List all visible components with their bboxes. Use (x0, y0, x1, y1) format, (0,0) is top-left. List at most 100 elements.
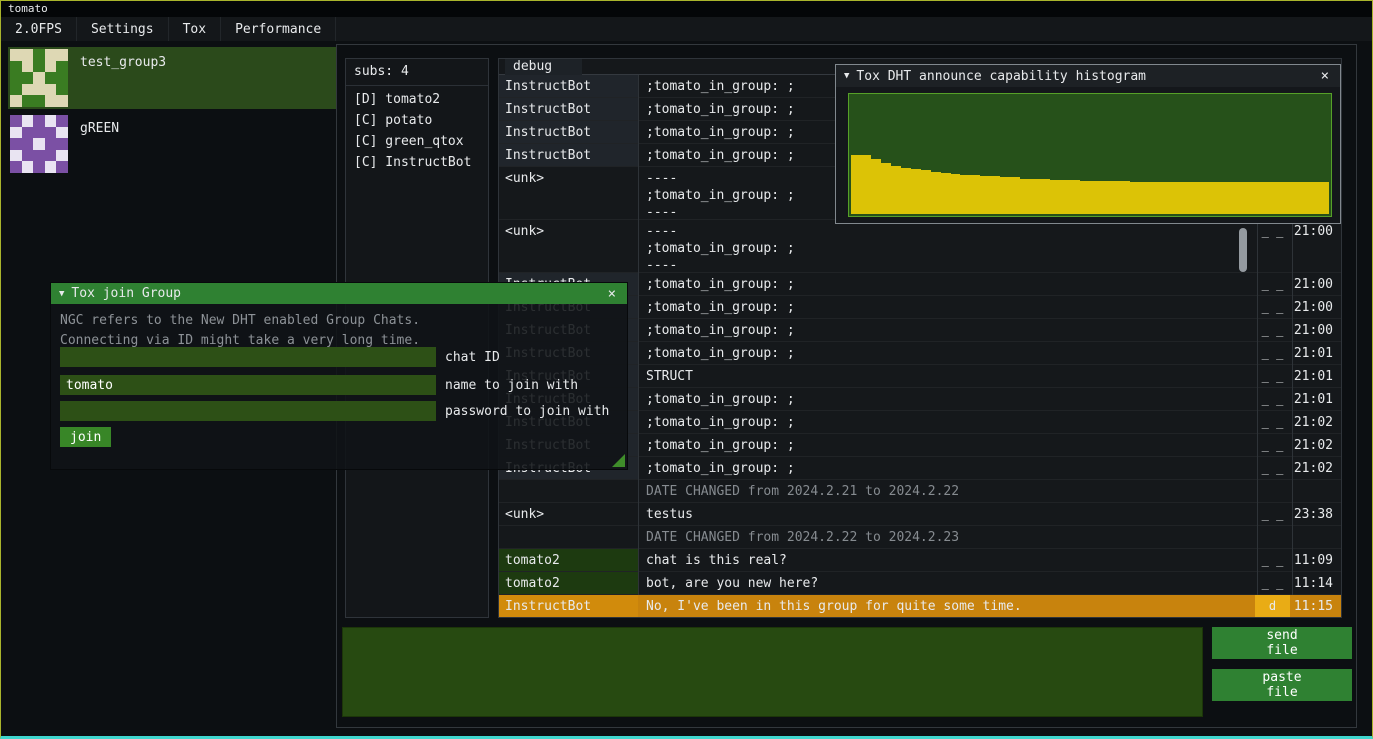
avatar (10, 49, 68, 107)
join-titlebar[interactable]: ▼ Tox join Group × (51, 283, 627, 304)
message-row[interactable]: <unk>testus_ _23:38 (499, 503, 1341, 526)
histogram-bar (960, 175, 970, 214)
avatar-pixel (56, 138, 68, 150)
avatar-pixel (10, 95, 22, 107)
close-icon[interactable]: × (605, 287, 619, 301)
join-password-input[interactable] (60, 401, 436, 421)
histogram-bar (871, 159, 881, 214)
histogram-bar (1130, 182, 1140, 214)
message-author: InstructBot (499, 121, 638, 143)
menu-item-tox[interactable]: Tox (169, 17, 221, 41)
message-time: 11:09 (1290, 549, 1341, 571)
avatar-pixel (10, 161, 22, 173)
join-password-label: password to join with (445, 404, 609, 419)
avatar-pixel (10, 127, 22, 139)
histogram-bar (1209, 182, 1219, 214)
avatar-pixel (33, 115, 45, 127)
message-text: ;tomato_in_group: ; (638, 411, 1255, 433)
message-input[interactable] (342, 627, 1203, 717)
avatar-pixel (56, 72, 68, 84)
avatar-pixel (45, 72, 57, 84)
histogram-bar (970, 175, 980, 214)
avatar-pixel (33, 95, 45, 107)
histogram-bar (1050, 180, 1060, 214)
message-status: _ _ (1255, 296, 1290, 318)
resize-grip-icon[interactable] (612, 454, 625, 467)
date-separator-row[interactable]: DATE CHANGED from 2024.2.21 to 2024.2.22 (499, 480, 1341, 503)
message-text: testus (638, 503, 1255, 525)
paste-file-button[interactable]: paste file (1212, 669, 1352, 701)
date-separator-row[interactable]: DATE CHANGED from 2024.2.22 to 2024.2.23 (499, 526, 1341, 549)
message-time: 23:38 (1290, 503, 1341, 525)
histogram-bar (1239, 182, 1249, 214)
avatar-pixel (56, 61, 68, 73)
message-status: _ _ (1255, 220, 1290, 272)
tab-debug[interactable]: debug (505, 59, 582, 75)
avatar-pixel (56, 161, 68, 173)
message-time: 21:02 (1290, 457, 1341, 479)
join-group-window: ▼ Tox join Group × NGC refers to the New… (50, 282, 628, 470)
subs-member[interactable]: [D] tomato2 (346, 89, 488, 110)
histogram-bar (901, 168, 911, 214)
chat-id-input[interactable] (60, 347, 436, 367)
message-author: <unk> (499, 167, 638, 219)
message-row[interactable]: tomato2bot, are you new here?_ _11:14 (499, 572, 1341, 595)
join-button[interactable]: join (60, 427, 111, 447)
histogram-bar (1309, 182, 1319, 214)
histogram-bar (1170, 182, 1180, 214)
message-status: _ _ (1255, 388, 1290, 410)
avatar-pixel (45, 127, 57, 139)
message-author (499, 526, 638, 548)
histogram-titlebar[interactable]: ▼ Tox DHT announce capability histogram … (836, 65, 1340, 87)
chat-scrollbar[interactable] (1239, 228, 1247, 272)
message-status: _ _ (1255, 342, 1290, 364)
avatar-pixel (22, 115, 34, 127)
group-name: gREEN (80, 121, 119, 175)
subs-header: subs: 4 (346, 59, 488, 86)
close-icon[interactable]: × (1318, 69, 1332, 83)
join-name-input[interactable] (60, 375, 436, 395)
titlebar: tomato (1, 1, 1372, 17)
message-status: _ _ (1255, 572, 1290, 594)
histogram-bar (891, 166, 901, 214)
message-text: No, I've been in this group for quite so… (638, 595, 1255, 617)
avatar-pixel (45, 161, 57, 173)
group-item-green[interactable]: gREEN (8, 113, 336, 175)
histogram-bar (1249, 182, 1259, 214)
histogram-bar (1150, 182, 1160, 214)
collapse-icon[interactable]: ▼ (844, 71, 849, 81)
histogram-window: ▼ Tox DHT announce capability histogram … (835, 64, 1341, 224)
subs-member[interactable]: [C] potato (346, 110, 488, 131)
histogram-bar (1080, 181, 1090, 214)
message-status (1255, 480, 1290, 502)
avatar-pixel (56, 150, 68, 162)
collapse-icon[interactable]: ▼ (59, 289, 64, 299)
avatar-pixel (10, 84, 22, 96)
histogram-bar (1120, 181, 1130, 214)
histogram-bar (1030, 179, 1040, 214)
send-file-button[interactable]: send file (1212, 627, 1352, 659)
subs-member[interactable]: [C] InstructBot (346, 152, 488, 173)
chat-id-label: chat ID (445, 350, 500, 365)
message-row[interactable]: <unk>---- ;tomato_in_group: ; ----_ _21:… (499, 220, 1341, 273)
histogram-bar (1160, 182, 1170, 214)
menu-item-performance[interactable]: Performance (221, 17, 336, 41)
menubar: 2.0FPS SettingsToxPerformance (1, 17, 1372, 41)
histogram-bar (1100, 181, 1110, 214)
message-status: _ _ (1255, 411, 1290, 433)
avatar-pixel (33, 127, 45, 139)
message-author: <unk> (499, 503, 638, 525)
message-status: _ _ (1255, 549, 1290, 571)
message-text: STRUCT (638, 365, 1255, 387)
message-row[interactable]: InstructBotNo, I've been in this group f… (499, 595, 1341, 617)
avatar-pixel (10, 138, 22, 150)
menu-item-settings[interactable]: Settings (77, 17, 169, 41)
group-item-test_group3[interactable]: test_group3 (8, 47, 336, 109)
histogram-bar (1299, 182, 1309, 214)
subs-member[interactable]: [C] green_qtox (346, 131, 488, 152)
message-text: chat is this real? (638, 549, 1255, 571)
message-status: _ _ (1255, 319, 1290, 341)
avatar-pixel (33, 72, 45, 84)
message-row[interactable]: tomato2chat is this real?_ _11:09 (499, 549, 1341, 572)
histogram-bar (1229, 182, 1239, 214)
